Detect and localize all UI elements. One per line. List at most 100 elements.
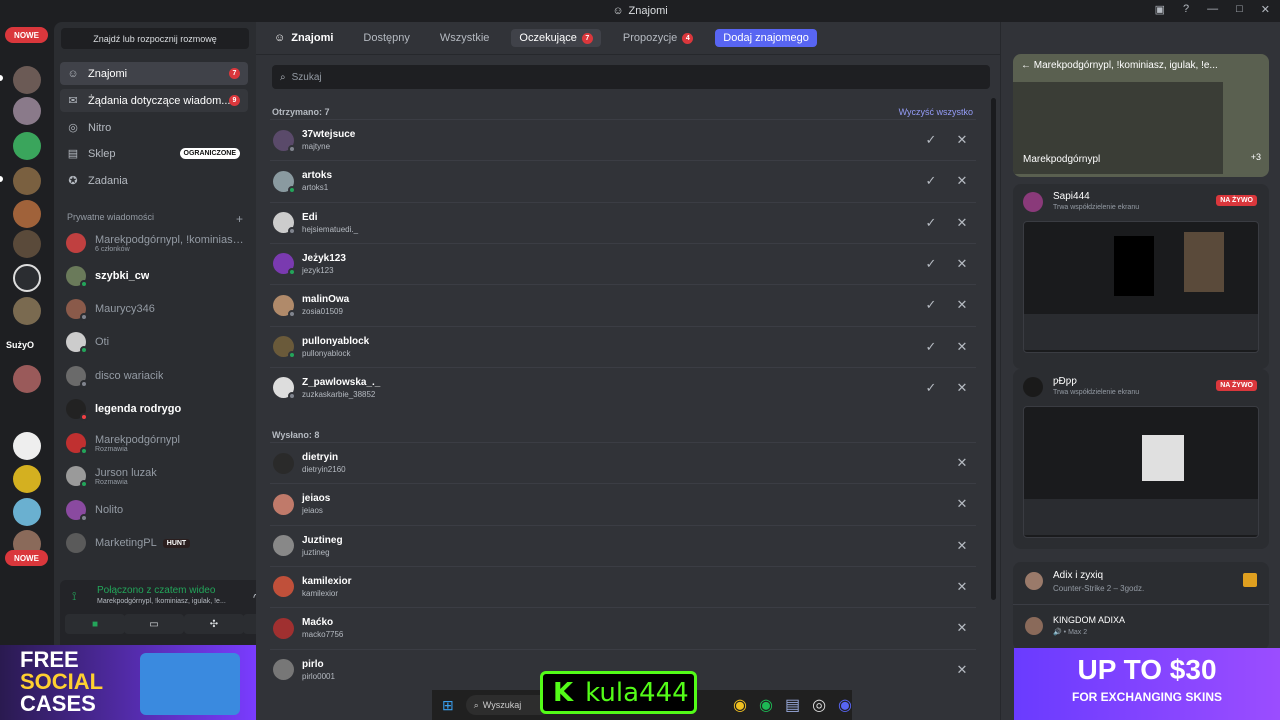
- call-title: Marekpodgórnypl, !kominiasz, igulak, !e.…: [1033, 60, 1218, 71]
- friend-request-row[interactable]: pullonyablock pullonyablock ✓ ✕: [270, 325, 976, 367]
- activity-card[interactable]: Adix i zyxiq Counter-Strike 2 – 3godz. K…: [1013, 562, 1269, 650]
- accept-check-icon[interactable]: ✓: [922, 338, 940, 356]
- dm-item[interactable]: Marekpodgórnypl Rozmawia: [60, 427, 248, 459]
- friend-username: pirlo0001: [302, 671, 335, 681]
- tab-all[interactable]: Wszystkie: [432, 29, 498, 47]
- back-arrow-icon[interactable]: ←: [1021, 60, 1031, 71]
- nav-nitro[interactable]: ◎ Nitro: [60, 116, 248, 139]
- decline-close-icon[interactable]: ✕: [953, 172, 971, 190]
- clear-all-link[interactable]: Wyczyść wszystko: [899, 107, 973, 117]
- friend-request-row[interactable]: Maćko macko7756 ✕: [270, 607, 976, 648]
- friend-request-row[interactable]: kamilexior kamilexior ✕: [270, 565, 976, 607]
- decline-close-icon[interactable]: ✕: [953, 454, 971, 472]
- server-icon[interactable]: [13, 200, 41, 228]
- stream-card[interactable]: Sapi444 Trwa współdzielenie ekranu NA ŻY…: [1013, 184, 1269, 369]
- dm-item[interactable]: legenda rodrygo: [60, 393, 248, 425]
- nav-friends[interactable]: ☺ Znajomi 7: [60, 62, 248, 85]
- activities-button[interactable]: ✣: [184, 614, 244, 634]
- accept-check-icon[interactable]: ✓: [922, 214, 940, 232]
- accept-check-icon[interactable]: ✓: [922, 379, 940, 397]
- dm-item[interactable]: szybki_cw: [60, 260, 248, 292]
- close-button[interactable]: ✕: [1261, 3, 1270, 16]
- find-conversation-button[interactable]: Znajdź lub rozpocznij rozmowę: [61, 28, 249, 49]
- ad-banner-left[interactable]: FREE SOCIAL CASES: [0, 645, 256, 720]
- search-input[interactable]: ⌕ Szukaj: [272, 65, 990, 89]
- nav-message-requests[interactable]: ✉ Żądania dotyczące wiadom... 9: [60, 89, 248, 112]
- friend-name: Juztineg: [302, 534, 343, 546]
- decline-close-icon[interactable]: ✕: [953, 619, 971, 637]
- stream-thumbnail[interactable]: [1023, 406, 1259, 538]
- server-icon[interactable]: [13, 66, 41, 94]
- server-icon[interactable]: [13, 432, 41, 460]
- spotify-icon[interactable]: ◉: [759, 695, 773, 715]
- group-avatar: [66, 233, 86, 253]
- decline-close-icon[interactable]: ✕: [953, 214, 971, 232]
- tab-pending[interactable]: Oczekujące 7: [511, 29, 601, 47]
- decline-close-icon[interactable]: ✕: [953, 537, 971, 555]
- stream-thumbnail[interactable]: [1023, 221, 1259, 353]
- minimize-button[interactable]: —: [1207, 3, 1218, 16]
- server-icon[interactable]: [13, 230, 41, 258]
- decline-close-icon[interactable]: ✕: [953, 661, 971, 679]
- help-icon[interactable]: ?: [1183, 3, 1189, 16]
- tab-suggestions[interactable]: Propozycje 4: [615, 29, 701, 47]
- accept-check-icon[interactable]: ✓: [922, 131, 940, 149]
- server-icon[interactable]: [13, 498, 41, 526]
- notepad-icon[interactable]: ▤: [785, 695, 800, 715]
- dm-item[interactable]: disco wariacik: [60, 360, 248, 392]
- friend-request-row[interactable]: jeiaos jeiaos ✕: [270, 483, 976, 524]
- screen-share-button[interactable]: ▭: [124, 614, 184, 634]
- dm-item[interactable]: Jurson luzak Rozmawia: [60, 460, 248, 492]
- server-icon[interactable]: [13, 264, 41, 292]
- decline-close-icon[interactable]: ✕: [953, 578, 971, 596]
- nav-shop[interactable]: ▤ Sklep OGRANICZONE: [60, 142, 248, 165]
- dm-item[interactable]: Nolito: [60, 494, 248, 526]
- stream-card[interactable]: ƿƉƿƿ Trwa współdzielenie ekranu NA ŻYWO: [1013, 369, 1269, 549]
- friend-request-row[interactable]: Jeżyk123 jezyk123 ✓ ✕: [270, 242, 976, 284]
- friend-request-row[interactable]: Edi hejsiematuedi._ ✓ ✕: [270, 201, 976, 243]
- discord-icon[interactable]: ◉: [838, 695, 852, 715]
- friend-request-row[interactable]: dietryin dietryin2160 ✕: [270, 442, 976, 483]
- accept-check-icon[interactable]: ✓: [922, 172, 940, 190]
- add-friend-button[interactable]: Dodaj znajomego: [715, 29, 817, 47]
- ad-banner-right[interactable]: UP TO $30 FOR EXCHANGING SKINS: [1014, 648, 1280, 720]
- server-icon[interactable]: [13, 132, 41, 160]
- server-icon[interactable]: [13, 97, 41, 125]
- envelope-icon: ✉: [68, 95, 78, 107]
- call-card[interactable]: ← Marekpodgórnypl, !kominiasz, igulak, !…: [1013, 54, 1269, 177]
- decline-close-icon[interactable]: ✕: [953, 131, 971, 149]
- create-dm-icon[interactable]: +: [236, 212, 243, 226]
- accept-check-icon[interactable]: ✓: [922, 296, 940, 314]
- friend-request-row[interactable]: Z_pawlowska_._ zuzkaskarbie_38852 ✓ ✕: [270, 366, 976, 408]
- server-icon[interactable]: [13, 365, 41, 393]
- server-icon[interactable]: [13, 297, 41, 325]
- camera-button[interactable]: ■: [65, 614, 125, 634]
- friend-request-row[interactable]: artoks artoks1 ✓ ✕: [270, 160, 976, 201]
- dm-item[interactable]: Maurycy346: [60, 293, 248, 325]
- maximize-button[interactable]: □: [1236, 3, 1243, 16]
- accept-check-icon[interactable]: ✓: [922, 255, 940, 273]
- scrollbar[interactable]: [991, 98, 996, 600]
- decline-close-icon[interactable]: ✕: [953, 255, 971, 273]
- friend-request-row[interactable]: malinOwa zosia01509 ✓ ✕: [270, 284, 976, 325]
- dm-item[interactable]: MarketingPL HUNT: [60, 527, 248, 559]
- server-icon[interactable]: [13, 167, 41, 195]
- tab-label: Propozycje: [622, 32, 678, 44]
- friend-request-row[interactable]: Juztineg juztineg ✕: [270, 524, 976, 566]
- decline-close-icon[interactable]: ✕: [953, 338, 971, 356]
- tab-online[interactable]: Dostępny: [355, 29, 417, 47]
- dm-item[interactable]: Marekpodgórnypl, !kominiasz, i... 6 czło…: [60, 227, 248, 259]
- server-name[interactable]: SużyO: [6, 340, 34, 350]
- decline-close-icon[interactable]: ✕: [953, 296, 971, 314]
- inbox-icon[interactable]: ▣: [1155, 3, 1165, 16]
- decline-close-icon[interactable]: ✕: [953, 495, 971, 513]
- friend-request-row[interactable]: 37wtejsuce majtyne ✓ ✕: [270, 119, 976, 160]
- app-icon[interactable]: ◎: [812, 695, 826, 715]
- decline-close-icon[interactable]: ✕: [953, 379, 971, 397]
- windows-start-icon[interactable]: ⊞: [442, 697, 454, 714]
- dm-item[interactable]: Oti: [60, 326, 248, 358]
- taskbar-search[interactable]: ⌕ Wyszukaj: [465, 695, 551, 715]
- chrome-icon[interactable]: ◉: [733, 695, 747, 715]
- server-icon[interactable]: [13, 465, 41, 493]
- nav-quests[interactable]: ✪ Zadania: [60, 169, 248, 192]
